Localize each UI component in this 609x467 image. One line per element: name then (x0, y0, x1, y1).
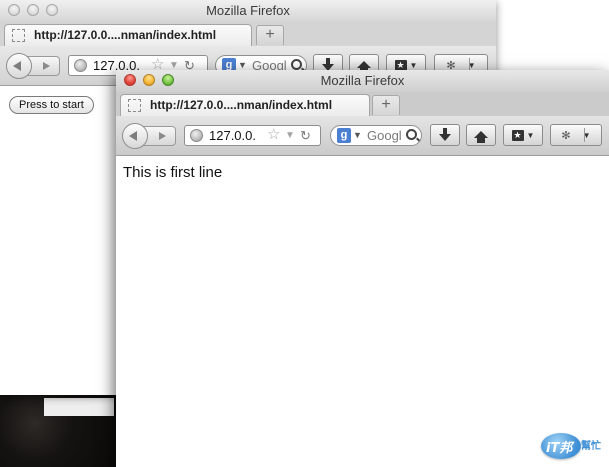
bookmark-star-icon[interactable]: ☆ (267, 126, 280, 144)
google-engine-icon[interactable]: g (337, 128, 351, 143)
front-minimize-button[interactable] (143, 74, 155, 86)
download-icon (439, 128, 451, 141)
page-favicon-icon (128, 99, 141, 112)
back-tabstrip: http://127.0.0....nman/index.html + (0, 22, 496, 46)
front-url-text: 127.0.0. (209, 128, 256, 143)
ithome-watermark-logo: iT邦 幫忙 (541, 429, 603, 461)
back-window-controls (8, 4, 58, 16)
search-engine-dropdown-icon[interactable]: ▼ (353, 126, 362, 145)
search-icon[interactable] (406, 129, 417, 140)
search-icon[interactable] (291, 59, 302, 70)
reload-icon[interactable]: ↻ (300, 126, 311, 145)
front-back-button[interactable] (122, 123, 148, 149)
desktop-window-fragment (44, 398, 114, 416)
bookmarks-icon: ★ (511, 130, 524, 142)
back-close-button[interactable] (8, 4, 20, 16)
front-home-button[interactable] (466, 124, 496, 146)
front-tab-title: http://127.0.0....nman/index.html (150, 98, 333, 112)
front-titlebar[interactable]: Mozilla Firefox (116, 70, 609, 92)
page-favicon-icon (12, 29, 25, 42)
front-bookmarks-button[interactable]: ★ ▼ (503, 124, 543, 146)
front-window-title: Mozilla Firefox (320, 73, 405, 88)
press-to-start-button[interactable]: Press to start (9, 96, 94, 114)
front-addon-button[interactable]: ✻ ▼ (550, 124, 602, 146)
back-back-button[interactable] (6, 53, 32, 79)
front-tab-index[interactable]: http://127.0.0....nman/index.html (120, 94, 370, 116)
back-zoom-button[interactable] (46, 4, 58, 16)
back-tab-index[interactable]: http://127.0.0....nman/index.html (4, 24, 252, 46)
back-history-buttons (6, 53, 64, 79)
front-url-bar[interactable]: 127.0.0. ☆ ▼ ↻ (184, 125, 321, 146)
front-new-tab-button[interactable]: + (372, 95, 400, 115)
url-history-dropdown-icon[interactable]: ▼ (285, 126, 295, 145)
back-titlebar[interactable]: Mozilla Firefox (0, 0, 496, 22)
globe-icon (190, 129, 203, 142)
front-search-placeholder: Googl (367, 128, 402, 143)
chevron-down-icon: ▼ (526, 130, 535, 140)
front-tabstrip: http://127.0.0....nman/index.html + (116, 92, 609, 116)
globe-icon (74, 59, 87, 72)
front-browser-window[interactable]: Mozilla Firefox http://127.0.0....nman/i… (116, 70, 609, 467)
home-icon (357, 61, 371, 73)
front-zoom-button[interactable] (162, 74, 174, 86)
front-navigation-toolbar: 127.0.0. ☆ ▼ ↻ g ▼ Googl ★ ▼ ✻ ▼ (116, 116, 609, 156)
front-window-controls (124, 74, 174, 86)
front-history-buttons (122, 123, 180, 149)
watermark-brand: iT邦 (546, 441, 573, 456)
back-minimize-button[interactable] (27, 4, 39, 16)
addon-icon: ✻ (561, 129, 571, 142)
back-window-title: Mozilla Firefox (206, 3, 290, 18)
watermark-text: 幫忙 (581, 441, 601, 452)
home-icon (474, 131, 488, 143)
front-close-button[interactable] (124, 74, 136, 86)
back-tab-title: http://127.0.0....nman/index.html (34, 28, 217, 42)
button-divider (584, 128, 585, 142)
front-downloads-button[interactable] (430, 124, 460, 146)
front-search-bar[interactable]: g ▼ Googl (330, 125, 422, 146)
back-new-tab-button[interactable]: + (256, 25, 284, 45)
first-line-text: This is first line (123, 164, 223, 181)
